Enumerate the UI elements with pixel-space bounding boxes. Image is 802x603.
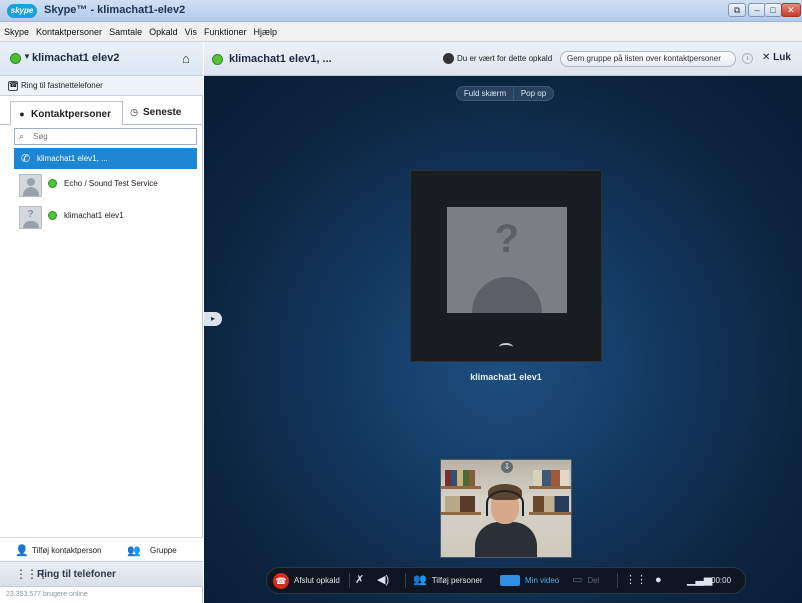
add-people-icon: 👥 <box>413 574 427 587</box>
menu-help[interactable]: Hjælp <box>254 27 278 37</box>
menu-skype[interactable]: Skype <box>4 27 29 37</box>
avatar <box>19 174 42 197</box>
add-person-icon[interactable]: 👤 <box>15 544 29 557</box>
contact-tabs: ● Kontaktpersoner ◷ Seneste <box>0 100 203 126</box>
menu-tools[interactable]: Funktioner <box>204 27 247 37</box>
remote-participant-tile: ? <box>410 170 602 362</box>
online-users-count: 23.353.577 brugere online <box>6 591 88 598</box>
menu-contacts[interactable]: Kontaktpersoner <box>36 27 102 37</box>
online-status-icon <box>48 211 57 220</box>
left-action-bar: 👤 Tilføj kontaktperson 👥 Gruppe <box>0 537 203 561</box>
close-window-button[interactable]: ✕ <box>781 3 801 17</box>
tab-contacts-label: Kontaktpersoner <box>31 109 112 120</box>
close-label: Luk <box>773 52 791 63</box>
avatar: ? <box>19 206 42 229</box>
mute-button[interactable]: ✗ <box>355 568 369 593</box>
host-status-text: Du er vært for dette opkald <box>457 54 553 63</box>
search-input[interactable] <box>33 130 193 143</box>
download-icon[interactable]: ⇩ <box>501 461 513 473</box>
group-icon[interactable]: 👥 <box>127 544 141 557</box>
menu-conversation[interactable]: Samtale <box>109 27 142 37</box>
chevron-down-icon[interactable]: ▼ <box>23 52 31 61</box>
menu-view[interactable]: Vis <box>185 27 197 37</box>
profile-bar[interactable]: ▼ klimachat1 elev2 ⌂ <box>0 42 203 76</box>
connecting-spinner-icon <box>499 343 513 351</box>
contact-name: klimachat1 elev1 <box>64 211 124 220</box>
tab-recent[interactable]: ◷ Seneste <box>127 100 197 125</box>
share-label: Del <box>587 576 600 585</box>
call-phones-label: Ring til telefoner <box>37 569 116 580</box>
speaker-button[interactable]: ◀) <box>377 568 394 593</box>
phone-call-icon: ✆ <box>21 153 31 165</box>
title-bar: skype Skype™ - klimachat1-elev2 ⧉ – □ ✕ <box>0 0 802 22</box>
avatar: ? <box>447 207 567 313</box>
search-icon: ⌕ <box>19 131 25 141</box>
window-title: Skype™ - klimachat1-elev2 <box>44 4 186 16</box>
active-call-item[interactable]: ✆ klimachat1 elev1, ... <box>14 148 197 169</box>
call-stage: Fuld skærm Pop op ▸ ? klimachat1 elev1 ⇩… <box>204 76 802 603</box>
share-screen-icon: ▭ <box>572 574 583 587</box>
share-button[interactable]: ▭ Del <box>572 568 599 593</box>
popout-button[interactable]: Pop op <box>514 86 554 101</box>
call-landline-label: Ring til fastnettelefoner <box>21 81 103 90</box>
remote-participant-name: klimachat1 elev1 <box>470 372 542 382</box>
list-item[interactable]: Echo / Sound Test Service <box>14 172 197 202</box>
dialpad-icon: ⋮⋮ <box>625 574 647 587</box>
call-timer: 00:00 <box>711 576 732 585</box>
end-call-label: Afslut opkald <box>294 576 340 585</box>
left-panel: ▼ klimachat1 elev2 ⌂ ☎ Ring til fastnett… <box>0 42 203 603</box>
tab-contacts[interactable]: ● Kontaktpersoner <box>10 101 123 126</box>
my-video-label: Min video <box>525 576 560 585</box>
phone-icon: ☎ <box>8 81 18 91</box>
home-icon[interactable]: ⌂ <box>182 51 190 66</box>
call-landline-button[interactable]: ☎ Ring til fastnettelefoner <box>0 76 203 96</box>
microphone-muted-icon: ✗ <box>355 574 365 587</box>
host-icon <box>443 53 454 64</box>
search-box: ⌕ <box>14 128 197 145</box>
call-header: klimachat1 elev1, ... Du er vært for det… <box>204 42 802 76</box>
active-call-label: klimachat1 elev1, ... <box>37 154 108 163</box>
add-people-label: Tilføj personer <box>431 576 483 585</box>
call-controls-bar: ☎ Afslut opkald ✗ ◀) 👥 Tilføj personer ▮ Mi… <box>266 567 746 594</box>
maximize-button[interactable]: □ <box>764 3 782 17</box>
person-icon: ● <box>19 109 25 119</box>
signal-strength-icon: ▁▃▅ <box>687 574 713 587</box>
save-group-button[interactable]: Gem gruppe på listen over kontaktpersone… <box>560 51 736 67</box>
call-phones-button[interactable]: ⋮⋮⋮ Ring til telefoner <box>0 561 203 587</box>
list-item[interactable]: ? klimachat1 elev1 <box>14 204 197 234</box>
group-button[interactable]: Gruppe <box>150 546 177 555</box>
my-video-button[interactable]: ▮ Min video <box>500 568 559 593</box>
close-call-button[interactable]: ✕ Luk <box>762 52 791 63</box>
chat-bubble-icon: ● <box>655 574 662 587</box>
profile-name[interactable]: klimachat1 elev2 <box>32 52 119 64</box>
fullscreen-button[interactable]: Fuld skærm <box>456 86 514 101</box>
tab-recent-label: Seneste <box>143 107 182 118</box>
dialpad-button[interactable]: ⋮⋮ <box>625 568 652 593</box>
add-people-button[interactable]: 👥 Tilføj personer <box>413 568 483 593</box>
participants-toggle-icon[interactable]: ▸ <box>204 312 222 326</box>
chat-button[interactable]: ● <box>655 568 667 593</box>
contact-name: Echo / Sound Test Service <box>64 179 158 188</box>
end-call-button[interactable]: ☎ Afslut opkald <box>273 568 340 593</box>
video-camera-icon: ▮ <box>500 575 520 587</box>
skype-logo: skype <box>7 4 37 18</box>
clock-icon: ◷ <box>130 107 138 117</box>
online-status-icon <box>212 54 223 65</box>
call-title: klimachat1 elev1, ... <box>229 53 332 65</box>
hangup-icon: ☎ <box>273 572 289 589</box>
speaker-icon: ◀) <box>377 574 390 587</box>
menu-bar: Skype Kontaktpersoner Samtale Opkald Vis… <box>0 22 802 42</box>
menu-call[interactable]: Opkald <box>149 27 178 37</box>
online-status-icon[interactable] <box>10 53 21 64</box>
online-status-icon <box>48 179 57 188</box>
self-video-preview: ⇩ <box>440 459 572 558</box>
add-contact-button[interactable]: Tilføj kontaktperson <box>32 546 102 555</box>
info-icon[interactable]: i <box>742 53 753 64</box>
restore-button[interactable]: ⧉ <box>728 3 746 17</box>
